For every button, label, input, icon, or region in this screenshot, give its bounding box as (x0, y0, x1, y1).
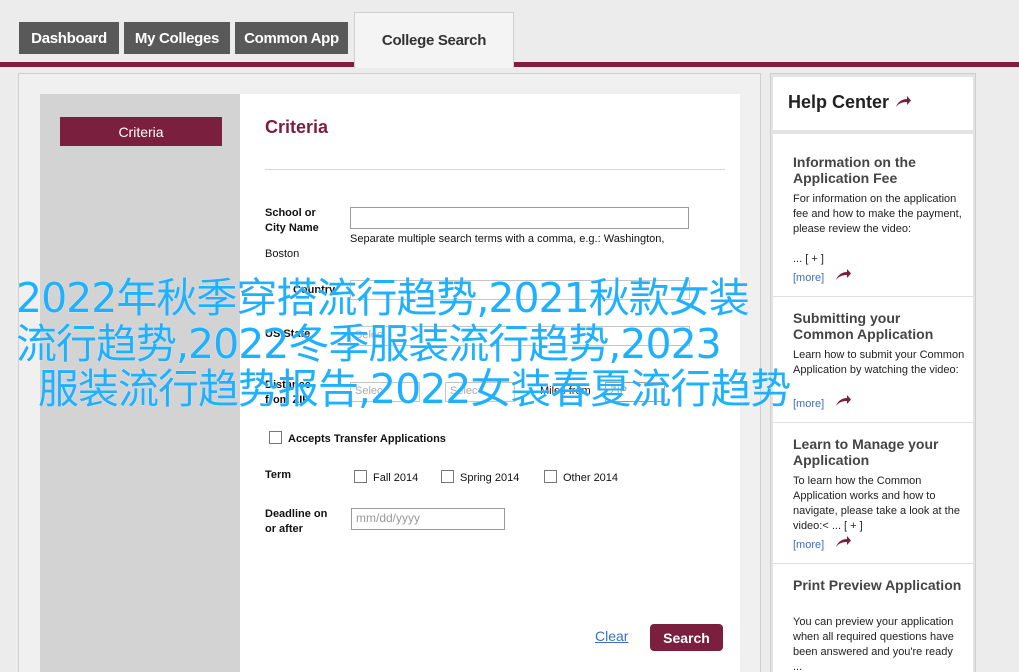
term-spring-label: Spring 2014 (460, 472, 520, 484)
term-label: Term (265, 469, 292, 481)
overlay-text-line3: 服装流行趋势报告,2022女装春夏流行趋势 (38, 365, 791, 413)
top-navigation: Dashboard My Colleges Common App College… (0, 0, 1019, 68)
school-input[interactable] (350, 207, 689, 229)
school-label: School or City Name (265, 206, 319, 236)
help-item-fee-more[interactable]: [more] (793, 272, 824, 284)
school-label-line2: City Name (265, 222, 319, 234)
help-item-submit-more[interactable]: [more] (793, 398, 824, 410)
overlay-text-line1: 2022年秋季穿搭流行趋势,2021秋款女装 (16, 274, 750, 322)
help-item-fee-body: For information on the application fee a… (793, 193, 962, 235)
help-item-manage-body: To learn how the Common Application work… (793, 475, 960, 532)
term-other-checkbox[interactable] (544, 470, 557, 483)
tab-college-search[interactable]: College Search (354, 12, 514, 68)
help-separator (773, 296, 973, 297)
term-spring-checkbox[interactable] (441, 470, 454, 483)
deadline-label-line1: Deadline on (265, 508, 328, 520)
form-divider (265, 169, 725, 170)
help-item-manage-more[interactable]: [more] (793, 539, 824, 551)
school-hint: Separate multiple search terms with a co… (350, 233, 665, 245)
tab-my-colleges[interactable]: My Colleges (124, 22, 230, 54)
help-separator (773, 422, 973, 423)
arrow-right-icon (896, 96, 912, 107)
help-item-fee-heading[interactable]: Information on the Application Fee (793, 154, 963, 186)
boston-text: Boston (265, 248, 300, 260)
form-title: Criteria (265, 117, 329, 137)
arrow-right-icon (836, 536, 851, 547)
help-item-submit-body: Learn how to submit your Common Applicat… (793, 349, 965, 376)
term-fall-label: Fall 2014 (373, 472, 419, 484)
transfer-label: Accepts Transfer Applications (288, 433, 446, 445)
help-title-text: Help Center (788, 92, 890, 112)
tab-common-app[interactable]: Common App (235, 22, 348, 54)
help-item-preview-body: You can preview your application when al… (793, 616, 954, 672)
deadline-label: Deadline on or after (265, 507, 327, 537)
help-item-submit-heading[interactable]: Submitting your Common Application (793, 310, 963, 342)
deadline-input[interactable]: mm/dd/yyyy (351, 508, 505, 530)
term-other-label: Other 2014 (563, 472, 619, 484)
tab-dashboard[interactable]: Dashboard (19, 22, 119, 54)
help-title[interactable]: Help Center (788, 92, 912, 113)
arrow-right-icon (836, 269, 851, 280)
arrow-right-icon (836, 395, 851, 406)
transfer-checkbox[interactable] (269, 431, 282, 444)
help-item-fee-expand[interactable]: ... [ + ] (793, 252, 965, 267)
deadline-label-line2: or after (265, 523, 303, 535)
search-button[interactable]: Search (650, 624, 723, 651)
school-label-line1: School or (265, 207, 316, 219)
help-separator (773, 563, 973, 564)
clear-link[interactable]: Clear (595, 628, 628, 644)
sidebar-item-criteria[interactable]: Criteria (60, 117, 222, 146)
help-item-manage-heading[interactable]: Learn to Manage your Application (793, 436, 963, 468)
help-item-preview-heading[interactable]: Print Preview Application (793, 577, 963, 593)
term-fall-checkbox[interactable] (354, 470, 367, 483)
overlay-text-line2: 流行趋势,2022冬季服装流行趋势,2023 (16, 320, 722, 368)
